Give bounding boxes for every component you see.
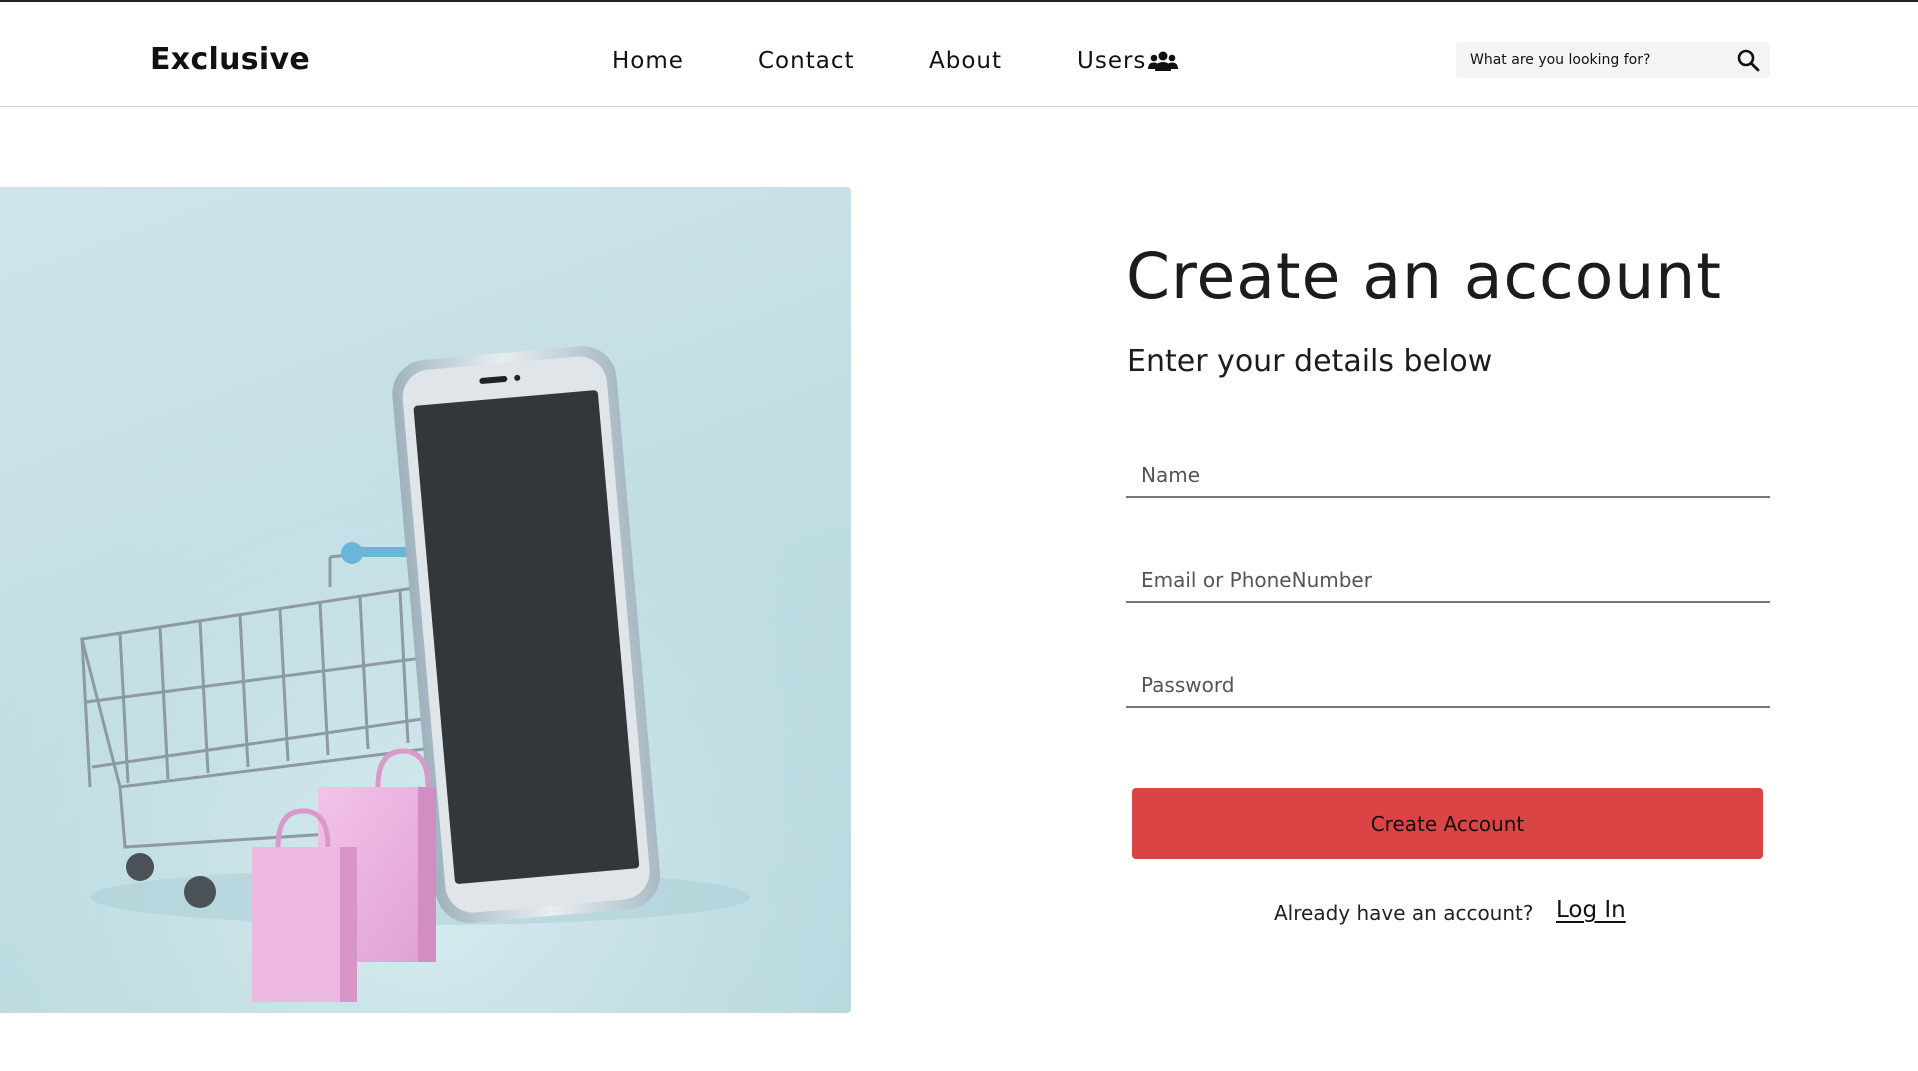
password-field[interactable]: [1126, 664, 1770, 706]
name-field[interactable]: [1126, 454, 1770, 496]
logo[interactable]: Exclusive: [150, 42, 310, 77]
nav-about[interactable]: About: [929, 48, 1002, 74]
page-subtitle: Enter your details below: [1127, 344, 1493, 379]
shopping-cart-phone-illustration: [0, 187, 851, 1013]
already-have-account-text: Already have an account?: [1274, 901, 1534, 925]
search-bar: [1456, 42, 1770, 78]
log-in-link[interactable]: Log In: [1556, 897, 1626, 923]
email-field[interactable]: [1126, 559, 1770, 601]
page-title: Create an account: [1126, 240, 1722, 313]
nav-users-label: Users: [1077, 48, 1147, 74]
email-field-container: [1126, 559, 1770, 603]
password-field-container: [1126, 664, 1770, 708]
nav-users[interactable]: Users: [1077, 48, 1179, 74]
nav-home[interactable]: Home: [612, 48, 684, 74]
create-account-button[interactable]: Create Account: [1132, 788, 1763, 859]
search-icon[interactable]: [1736, 48, 1760, 72]
name-field-container: [1126, 454, 1770, 498]
search-input[interactable]: [1470, 42, 1720, 78]
site-header: Exclusive Home Contact About Users: [0, 2, 1918, 107]
nav-contact[interactable]: Contact: [758, 48, 854, 74]
users-icon: [1148, 51, 1179, 71]
hero-image: [0, 187, 851, 1013]
